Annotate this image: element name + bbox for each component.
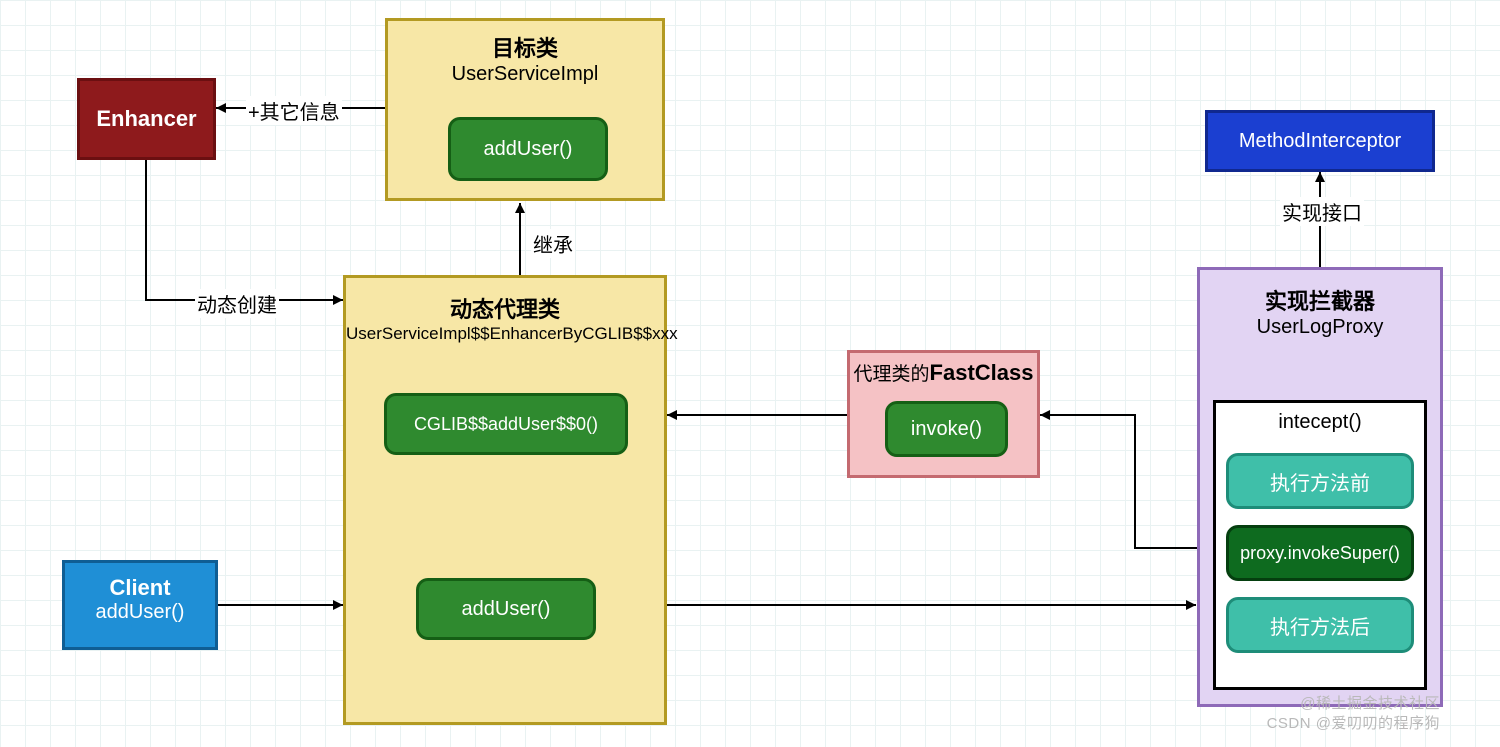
watermark-1: @稀土掘金技术社区 (1300, 692, 1440, 713)
edge-label-dynamic-create: 动态创建 (195, 289, 279, 318)
fastclass-method: invoke() (885, 401, 1008, 457)
step-before-label: 执行方法前 (1270, 467, 1370, 496)
target-class-title: 目标类 (388, 31, 662, 63)
interceptor-title: 实现拦截器 (1200, 284, 1440, 316)
method-interceptor-label: MethodInterceptor (1239, 130, 1401, 153)
fastclass-method-label: invoke() (911, 418, 982, 441)
interceptor-subtitle: UserLogProxy (1200, 316, 1440, 339)
node-enhancer: Enhancer (77, 78, 216, 160)
node-fastclass: 代理类的FastClass invoke() (847, 350, 1040, 478)
target-class-method-label: addUser() (484, 138, 573, 161)
edge-label-impl-interface: 实现接口 (1280, 197, 1364, 226)
node-client: Client addUser() (62, 560, 218, 650)
interceptor-inner-box: intecept() 执行方法前 proxy.invokeSuper() 执行方… (1213, 400, 1427, 690)
enhancer-label: Enhancer (96, 106, 196, 132)
client-subtitle: addUser() (65, 601, 215, 624)
proxy-method2-label: addUser() (462, 598, 551, 621)
interceptor-step-after: 执行方法后 (1226, 597, 1414, 653)
proxy-class-method-2: addUser() (416, 578, 596, 640)
node-method-interceptor: MethodInterceptor (1205, 110, 1435, 172)
proxy-class-subtitle: UserServiceImpl$$EnhancerByCGLIB$$xxx (346, 324, 664, 344)
interceptor-step-invoke: proxy.invokeSuper() (1226, 525, 1414, 581)
fastclass-title-prefix: 代理类的 (854, 364, 930, 385)
interceptor-inner-title: intecept() (1216, 403, 1424, 434)
edge-label-inherit: 继承 (531, 229, 575, 258)
node-proxy-class: 动态代理类 UserServiceImpl$$EnhancerByCGLIB$$… (343, 275, 667, 725)
target-class-subtitle: UserServiceImpl (388, 63, 662, 86)
edge-label-other-info: +其它信息 (246, 96, 342, 125)
fastclass-title-bold: FastClass (930, 360, 1034, 385)
client-title: Client (65, 575, 215, 601)
proxy-class-method-1: CGLIB$$addUser$$0() (384, 393, 628, 455)
proxy-method1-label: CGLIB$$addUser$$0() (414, 414, 598, 435)
watermark-2: CSDN @爱叨叨的程序狗 (1267, 712, 1440, 733)
step-after-label: 执行方法后 (1270, 611, 1370, 640)
proxy-class-title: 动态代理类 (346, 292, 664, 324)
step-invoke-label: proxy.invokeSuper() (1240, 543, 1400, 564)
target-class-method: addUser() (448, 117, 608, 181)
diagram-canvas: +其它信息 动态创建 继承 实现接口 Enhancer 目标类 UserServ… (0, 0, 1500, 747)
node-interceptor-impl: 实现拦截器 UserLogProxy intecept() 执行方法前 prox… (1197, 267, 1443, 707)
node-target-class: 目标类 UserServiceImpl addUser() (385, 18, 665, 201)
interceptor-step-before: 执行方法前 (1226, 453, 1414, 509)
